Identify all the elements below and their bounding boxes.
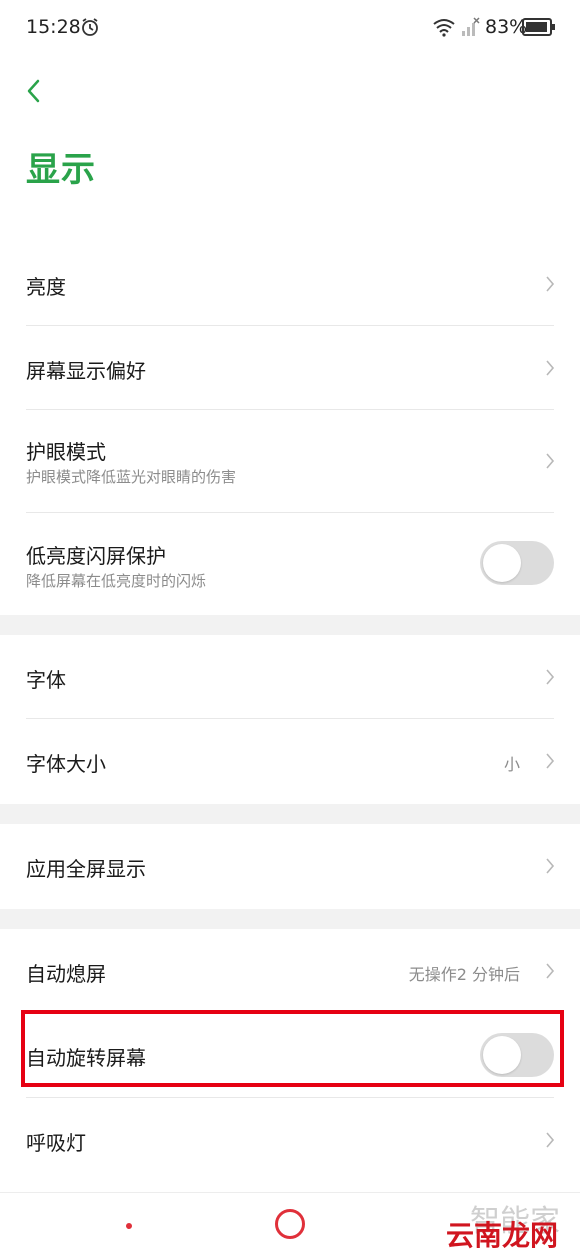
page-title: 显示	[26, 150, 96, 190]
setting-label: 字体	[26, 668, 66, 692]
setting-label: 自动熄屏	[26, 962, 106, 986]
status-time: 15:28	[26, 16, 81, 38]
chevron-right-icon	[546, 669, 555, 685]
setting-row-low-brightness-flicker: 低亮度闪屏保护 降低屏幕在低亮度时的闪烁	[0, 513, 580, 615]
display-settings-screen: 15:28 83% 显示 亮度 屏幕显示偏好 护眼模式 护眼模式降低蓝光对眼睛的…	[0, 0, 580, 1257]
setting-label: 屏幕显示偏好	[26, 359, 146, 383]
chevron-right-icon	[546, 1132, 555, 1148]
chevron-right-icon	[546, 753, 555, 769]
toggle-knob	[483, 1036, 521, 1074]
status-bar: 15:28 83%	[0, 0, 580, 58]
battery-percentage: 83%	[485, 16, 528, 38]
wifi-icon	[433, 19, 455, 37]
setting-row-brightness[interactable]: 亮度	[0, 242, 580, 326]
setting-label: 亮度	[26, 275, 66, 299]
section-gap	[0, 909, 580, 929]
setting-row-font[interactable]: 字体	[0, 635, 580, 719]
settings-list: 亮度 屏幕显示偏好 护眼模式 护眼模式降低蓝光对眼睛的伤害 低亮度闪屏保护 降低…	[0, 242, 580, 1182]
chevron-right-icon	[546, 276, 555, 292]
toggle-knob	[483, 544, 521, 582]
setting-label: 呼吸灯	[26, 1131, 86, 1155]
low-brightness-flicker-toggle[interactable]	[480, 541, 554, 585]
chevron-right-icon	[546, 858, 555, 874]
setting-label: 应用全屏显示	[26, 857, 146, 881]
setting-value: 无操作2 分钟后	[408, 965, 520, 984]
section-gap	[0, 804, 580, 824]
watermark-logo: 云南龙网	[446, 1219, 559, 1252]
setting-value: 小	[503, 755, 520, 774]
setting-description: 护眼模式降低蓝光对眼睛的伤害	[26, 468, 237, 486]
setting-row-eye-comfort[interactable]: 护眼模式 护眼模式降低蓝光对眼睛的伤害	[0, 410, 580, 513]
setting-label: 护眼模式	[26, 440, 106, 464]
back-button[interactable]	[20, 74, 50, 108]
alarm-icon	[82, 18, 98, 36]
setting-row-font-size[interactable]: 字体大小 小	[0, 719, 580, 804]
battery-icon	[522, 18, 555, 36]
setting-row-screen-timeout[interactable]: 自动熄屏 无操作2 分钟后	[0, 929, 580, 1013]
setting-row-app-fullscreen[interactable]: 应用全屏显示	[0, 824, 580, 909]
recent-apps-button[interactable]	[126, 1223, 132, 1229]
home-button[interactable]	[275, 1209, 305, 1239]
chevron-right-icon	[546, 453, 555, 469]
section-gap	[0, 615, 580, 635]
setting-row-breathing-light[interactable]: 呼吸灯	[0, 1098, 580, 1182]
setting-row-auto-rotate: 自动旋转屏幕	[0, 1013, 580, 1098]
setting-label: 自动旋转屏幕	[26, 1046, 146, 1070]
auto-rotate-toggle[interactable]	[480, 1033, 554, 1077]
setting-label: 低亮度闪屏保护	[26, 544, 166, 568]
setting-row-display-preference[interactable]: 屏幕显示偏好	[0, 326, 580, 410]
chevron-right-icon	[546, 360, 555, 376]
signal-icon	[462, 17, 480, 36]
setting-label: 字体大小	[26, 752, 106, 776]
chevron-right-icon	[546, 963, 555, 979]
setting-description: 降低屏幕在低亮度时的闪烁	[26, 572, 207, 590]
